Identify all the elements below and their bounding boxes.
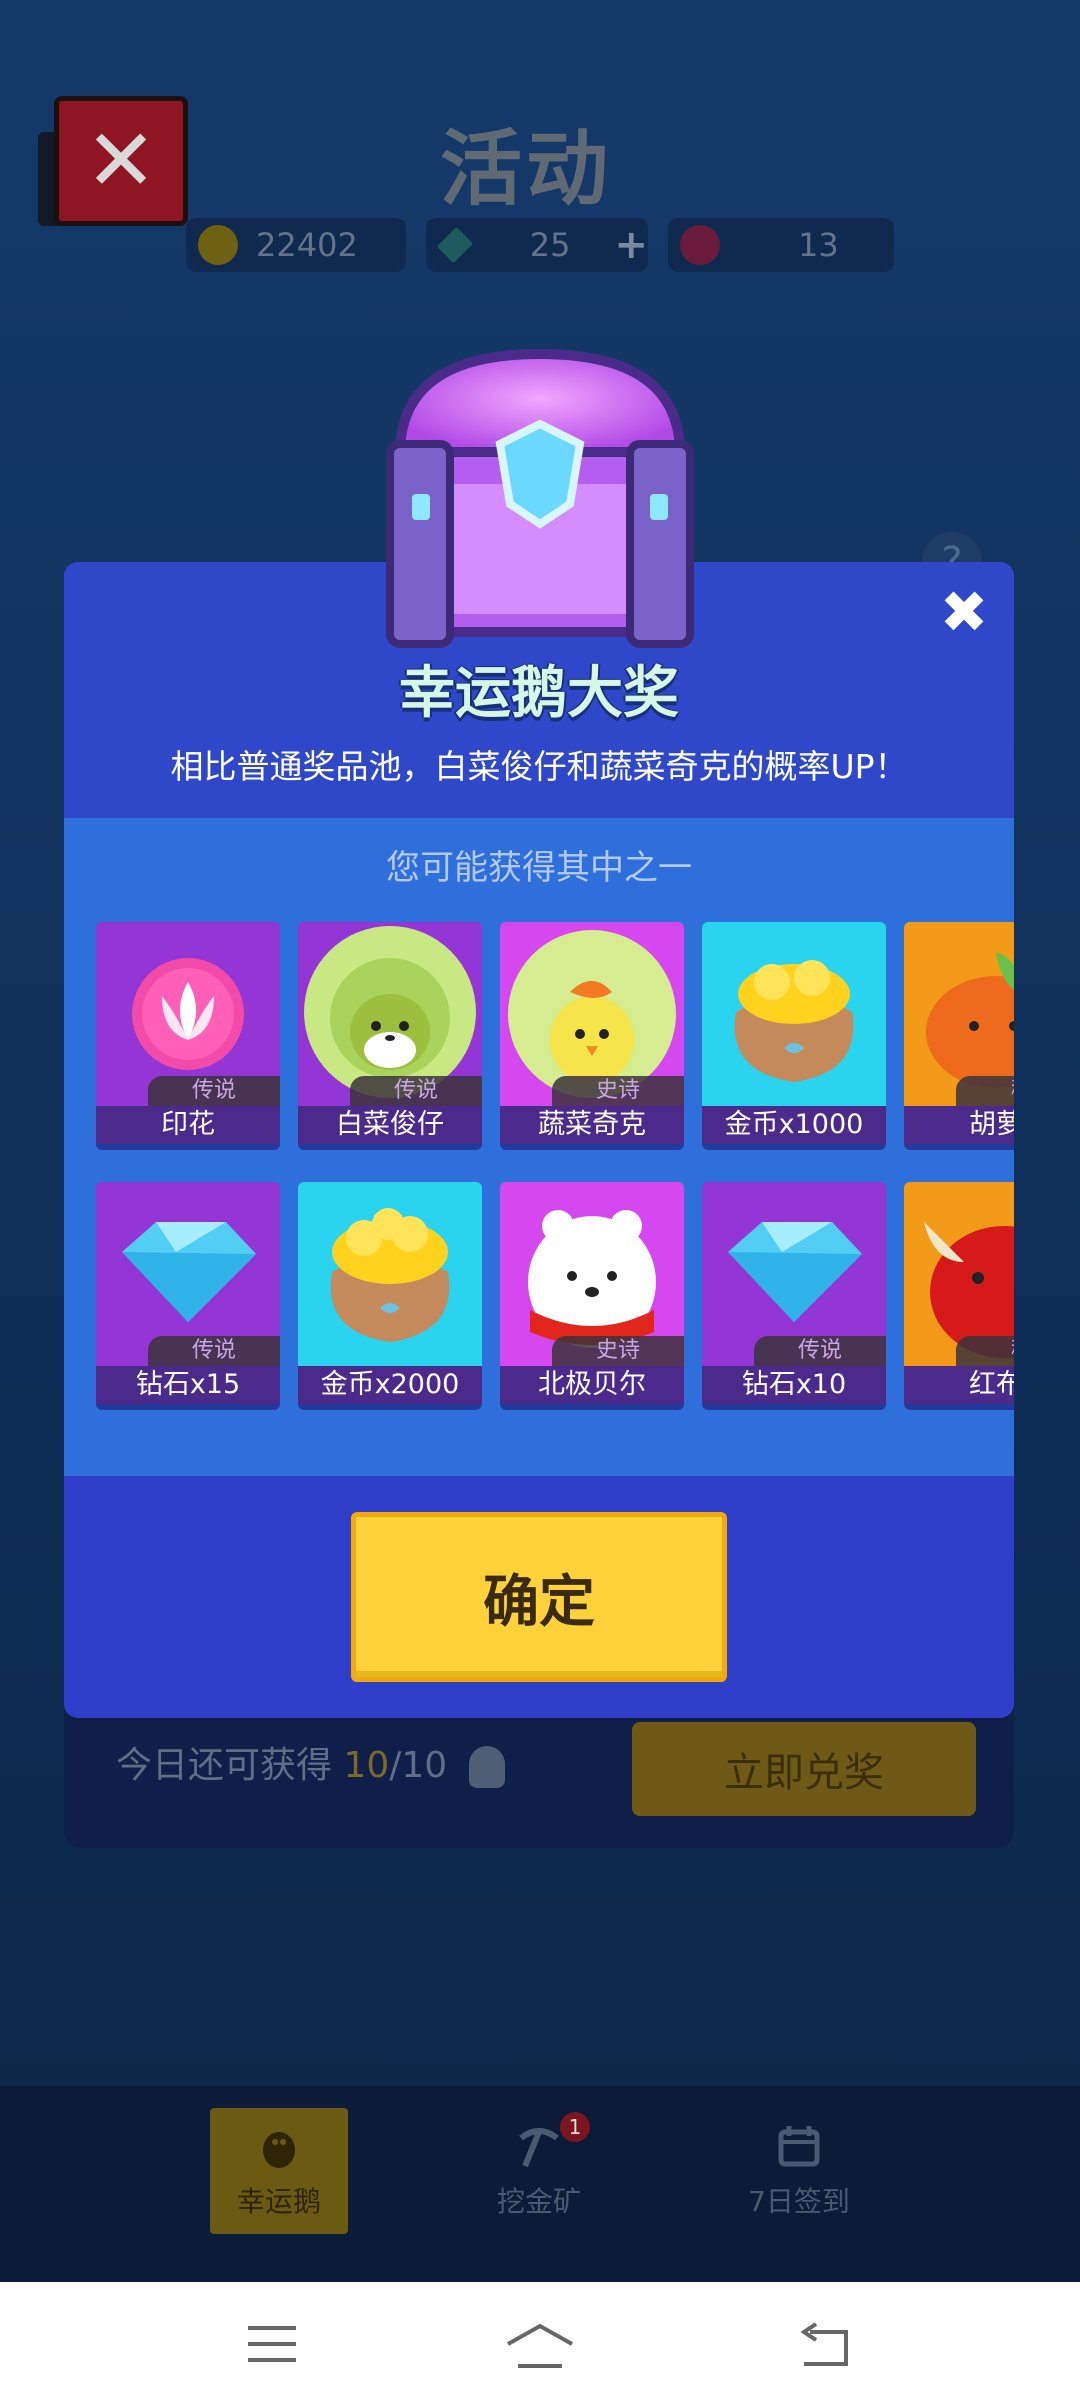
card-footer [298, 1144, 482, 1150]
reward-card-red-bull[interactable]: 稀 红布 [904, 1182, 1014, 1410]
system-navigation-bar [0, 2282, 1080, 2408]
reward-grid: 传说 印花 传说 白菜俊仔 史诗 蔬菜奇克 金币x1000 胡萝 传说 钻石x1… [96, 922, 1014, 1422]
tab-gold-mine[interactable]: 挖金矿 1 [470, 2108, 608, 2234]
reward-name: 白菜俊仔 [298, 1106, 482, 1144]
reward-card-cabbage-chick[interactable]: 史诗 蔬菜奇克 [500, 922, 684, 1150]
card-footer [298, 1404, 482, 1410]
back-icon[interactable] [796, 2322, 852, 2370]
rarity-tag: 史诗 [552, 1336, 684, 1366]
treasure-chest-icon [386, 348, 694, 648]
reward-card-coins-1000[interactable]: 金币x1000 [702, 922, 886, 1150]
reward-name: 金币x1000 [702, 1106, 886, 1144]
bottom-tab-bar: 幸运鹅 挖金矿 1 7日签到 [0, 2086, 1080, 2282]
daily-remaining-label: 今日还可获得 [116, 1745, 344, 1786]
card-footer [702, 1144, 886, 1150]
reward-name: 印花 [96, 1106, 280, 1144]
coin-counter: 22402 [186, 218, 406, 272]
card-footer [904, 1404, 1014, 1410]
reward-card-diamond-15[interactable]: 传说 钻石x15 [96, 1182, 280, 1410]
coin-bag-icon [734, 960, 854, 1082]
rarity-tag: 史诗 [552, 1076, 684, 1106]
page-title: 活动 [440, 122, 613, 217]
daily-remaining-total: /10 [389, 1745, 448, 1786]
reward-hint: 您可能获得其中之一 [386, 848, 692, 888]
reward-card-stamp[interactable]: 传说 印花 [96, 922, 280, 1150]
goose-icon [263, 2132, 295, 2168]
close-icon: ✕ [54, 96, 188, 226]
reward-name: 红布 [904, 1366, 1014, 1404]
calendar-icon [778, 2126, 820, 2167]
ticket-icon [680, 225, 720, 265]
redeem-button[interactable]: 立即兑奖 [632, 1722, 976, 1816]
coin-icon [198, 225, 238, 265]
menu-icon[interactable] [246, 2322, 298, 2366]
card-footer [904, 1144, 1014, 1150]
card-footer [500, 1144, 684, 1150]
notification-badge: 1 [560, 2112, 590, 2142]
reward-name: 金币x2000 [298, 1366, 482, 1404]
diamond-count: 25 [529, 226, 571, 264]
reward-name: 胡萝 [904, 1106, 1014, 1144]
ticket-count: 13 [798, 226, 839, 264]
rarity-tag: 传说 [350, 1076, 482, 1106]
rarity-tag: 稀 [956, 1336, 1014, 1366]
confirm-button[interactable]: 确定 [351, 1512, 727, 1682]
reward-name: 钻石x10 [702, 1366, 886, 1404]
diamond-counter[interactable]: 25 + [426, 218, 648, 272]
page-close-button[interactable]: ✕ [38, 96, 188, 226]
ticket-counter: 13 [668, 218, 894, 272]
daily-remaining-count: 10 [343, 1745, 390, 1786]
reward-card-coins-2000[interactable]: 金币x2000 [298, 1182, 482, 1410]
diamond-icon [436, 226, 474, 264]
reward-items-panel: 您可能获得其中之一 传说 印花 传说 白菜俊仔 史诗 蔬菜奇克 金币x1000 … [64, 818, 1014, 1476]
dialog-subtitle: 相比普通奖品池，白菜俊仔和蔬菜奇克的概率UP！ [170, 747, 908, 786]
daily-remaining-text: 今日还可获得 10/10 [116, 1736, 505, 1788]
pickaxe-icon [519, 2128, 559, 2168]
reward-card-diamond-10[interactable]: 传说 钻石x10 [702, 1182, 886, 1410]
reward-card-carrot[interactable]: 稀 胡萝 [904, 922, 1014, 1150]
tab-lucky-goose[interactable]: 幸运鹅 [210, 2108, 348, 2234]
goose-icon [468, 1746, 505, 1788]
reward-name: 北极贝尔 [500, 1366, 684, 1404]
card-footer [96, 1404, 280, 1410]
coin-count: 22402 [256, 226, 358, 264]
tab-label: 幸运鹅 [236, 2185, 321, 2218]
rarity-tag: 传说 [148, 1336, 280, 1366]
rarity-tag: 传说 [148, 1076, 280, 1106]
card-footer [96, 1144, 280, 1150]
reward-card-cabbage-dog[interactable]: 传说 白菜俊仔 [298, 922, 482, 1150]
reward-pool-dialog: 幸运鹅大奖 相比普通奖品池，白菜俊仔和蔬菜奇克的概率UP！ ✖ 您可能获得其中之… [64, 562, 1014, 1718]
home-icon[interactable] [504, 2322, 576, 2370]
card-footer [500, 1404, 684, 1410]
rarity-tag: 稀 [956, 1076, 1014, 1106]
tab-label: 7日签到 [748, 2185, 850, 2218]
reward-card-polar-bear[interactable]: 史诗 北极贝尔 [500, 1182, 684, 1410]
tab-label: 挖金矿 [496, 2185, 581, 2218]
tab-7day-checkin[interactable]: 7日签到 [730, 2108, 868, 2234]
coin-bag-icon [330, 1208, 450, 1342]
dialog-close-button[interactable]: ✖ [936, 583, 992, 641]
add-diamond-icon[interactable]: + [614, 222, 648, 268]
reward-name: 钻石x15 [96, 1366, 280, 1404]
rarity-tag: 传说 [754, 1336, 886, 1366]
card-footer [702, 1404, 886, 1410]
reward-name: 蔬菜奇克 [500, 1106, 684, 1144]
